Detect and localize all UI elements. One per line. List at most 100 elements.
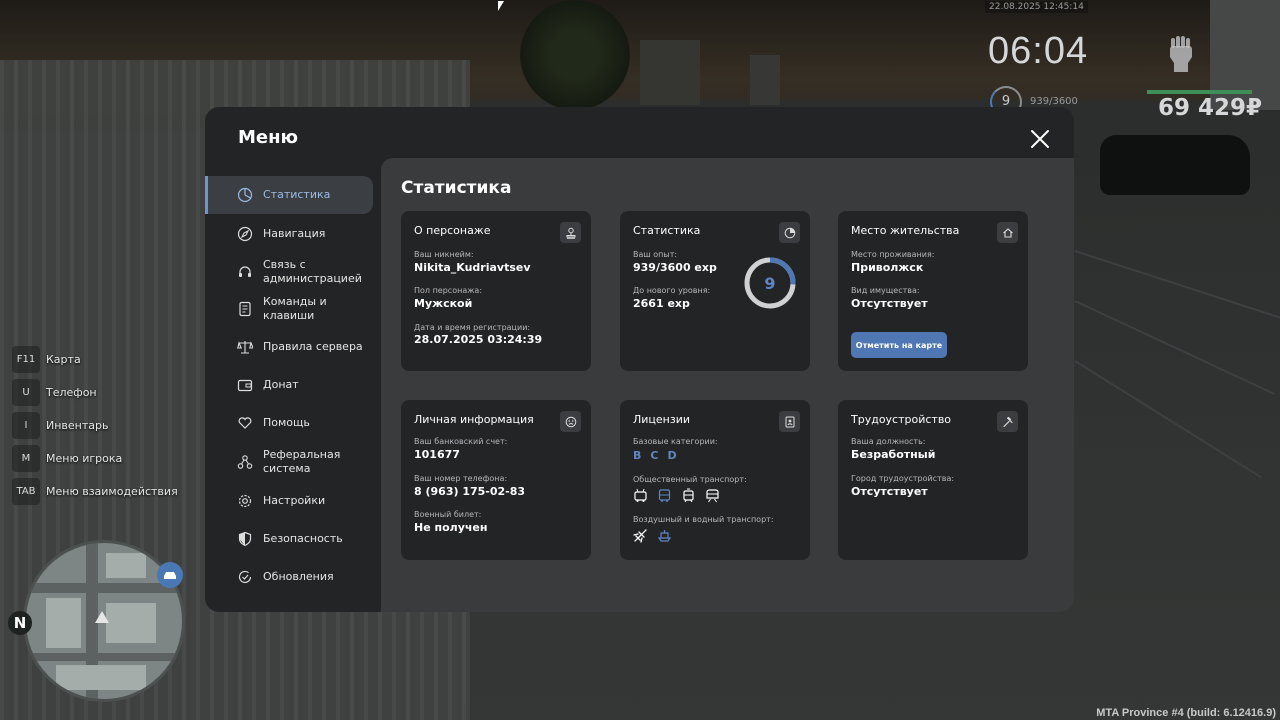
heart-hand-icon [238, 417, 252, 429]
public-transport-icons [633, 488, 720, 503]
air-water-label: Воздушный и водный транспорт: [633, 515, 774, 524]
menu-title: Меню [238, 127, 299, 148]
property-value: Отсутствует [851, 297, 928, 310]
mark-on-map-button[interactable]: Отметить на карте [851, 332, 947, 358]
license-category-b: B [633, 449, 642, 462]
bus-icon [658, 489, 671, 502]
sidebar-item-rules[interactable]: Правила сервера [205, 328, 375, 366]
card-personal-info: Личная информация Ваш банковский счет: 1… [401, 400, 591, 560]
key-cap: TAB [12, 478, 40, 505]
keybind-map: F11 Карта [12, 346, 178, 373]
sidebar-item-label: Статистика [263, 188, 331, 201]
keybind-inventory: I Инвентарь [12, 412, 178, 439]
key-cap: I [12, 412, 40, 439]
military-id-value: Не получен [414, 521, 488, 534]
exp-value: 939/3600 exp [633, 261, 717, 274]
card-character: О персонаже Ваш никнейм: Nikita_Kudriavt… [401, 211, 591, 371]
employment-city-value: Отсутствует [851, 485, 928, 498]
phone-value: 8 (963) 175-02-83 [414, 485, 526, 498]
tram-icon [683, 488, 694, 503]
sidebar-item-security[interactable]: Безопасность [205, 520, 375, 558]
sidebar-item-settings[interactable]: Настройки [205, 482, 375, 520]
base-categories-label: Базовые категории: [633, 437, 718, 446]
hud-date: 22.08.2025 12:45:14 [985, 1, 1088, 13]
license-category-d: D [667, 449, 677, 462]
license-category-c: C [650, 449, 659, 462]
card-residence: Место жительства Место проживания: Приво… [838, 211, 1028, 371]
mouse-cursor [498, 1, 504, 11]
keybind-player-menu: M Меню игрока [12, 445, 178, 472]
page-title: Статистика [401, 178, 512, 198]
airplane-icon [633, 529, 647, 543]
gender-value: Мужской [414, 297, 473, 310]
id-card-icon [779, 411, 800, 432]
sidebar-item-help[interactable]: Помощь [205, 404, 375, 442]
health-bar [1147, 90, 1252, 94]
license-categories: B C D [633, 449, 677, 462]
registration-label: Дата и время регистрации: [414, 323, 531, 332]
refresh-check-icon [238, 570, 252, 583]
sidebar-item-label: Навигация [263, 227, 326, 240]
bank-account-label: Ваш банковский счет: [414, 437, 508, 446]
hud-money: 69 429₽ [1158, 95, 1263, 121]
hud-exp: 939/3600 [1030, 96, 1078, 107]
hud-clock: 06:04 [988, 30, 1089, 72]
train-icon [706, 489, 719, 503]
player-arrow-icon [95, 611, 109, 623]
sidebar-item-label: Безопасность [263, 532, 343, 545]
stamp-icon [560, 222, 581, 243]
home-icon [997, 222, 1018, 243]
exp-label: Ваш опыт: [633, 250, 678, 259]
sidebar-item-donate[interactable]: Донат [205, 366, 375, 404]
key-cap: M [12, 445, 40, 472]
bank-account-value: 101677 [414, 448, 460, 461]
key-cap: F11 [12, 346, 40, 373]
wallet-icon [237, 379, 253, 392]
key-cap: U [12, 379, 40, 406]
nickname-label: Ваш никнейм: [414, 250, 474, 259]
sidebar-item-updates[interactable]: Обновления [205, 558, 375, 596]
menu-sidebar: Статистика Навигация Связь с администрац… [205, 176, 375, 596]
card-licenses: Лицензии Базовые категории: B C D Общест… [620, 400, 810, 560]
card-employment: Трудоустройство Ваша должность: Безработ… [838, 400, 1028, 560]
gear-icon [238, 494, 252, 508]
card-title: Место жительства [851, 224, 960, 237]
registration-value: 28.07.2025 03:24:39 [414, 333, 543, 346]
compass-icon [237, 226, 253, 242]
close-icon[interactable] [1029, 128, 1051, 150]
clock-chart-icon [779, 222, 800, 243]
air-water-icons [633, 528, 672, 543]
sidebar-item-label: Правила сервера [263, 340, 363, 353]
public-transport-label: Общественный транспорт: [633, 475, 747, 484]
sidebar-item-label: Связь с администрацией [263, 258, 362, 285]
boat-icon [657, 530, 672, 542]
residence-place-label: Место проживания: [851, 250, 935, 259]
scales-icon [237, 341, 253, 354]
position-value: Безработный [851, 448, 936, 461]
card-title: Трудоустройство [851, 413, 952, 426]
trolleybus-icon [634, 488, 647, 502]
residence-place-value: Приволжск [851, 261, 924, 274]
phone-label: Ваш номер телефона: [414, 474, 508, 483]
next-level-label: До нового уровня: [633, 286, 711, 295]
document-icon [239, 301, 251, 317]
minimap-north-marker: N [8, 611, 32, 635]
card-title: Статистика [633, 224, 701, 237]
nickname-value: Nikita_Kudriavtsev [414, 261, 531, 274]
sidebar-item-commands[interactable]: Команды и клавиши [205, 290, 375, 328]
sidebar-item-label: Настройки [263, 494, 326, 507]
sidebar-item-referral[interactable]: Реферальная система [205, 442, 375, 482]
employment-city-label: Город трудоустройства: [851, 474, 955, 483]
sidebar-item-navigation[interactable]: Навигация [205, 214, 375, 254]
sidebar-item-label: Донат [263, 378, 299, 391]
card-title: О персонаже [414, 224, 491, 237]
sidebar-item-admin-contact[interactable]: Связь с администрацией [205, 254, 375, 290]
menu-modal: Меню Статистика Навигация Связь с админи… [205, 107, 1074, 612]
sidebar-item-label: Команды и клавиши [263, 295, 327, 322]
build-info: MTA Province #4 (build: 6.12416.9) [1096, 707, 1276, 719]
property-label: Вид имущества: [851, 286, 920, 295]
car-blip-icon [157, 562, 183, 588]
shield-icon [238, 531, 252, 547]
sidebar-item-statistics[interactable]: Статистика [205, 176, 373, 214]
gender-label: Пол персонажа: [414, 286, 483, 295]
